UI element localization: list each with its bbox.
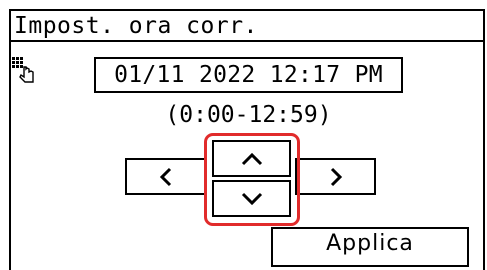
time-range-hint: (0:00-12:59): [165, 102, 332, 128]
chevron-left-icon: [159, 167, 171, 186]
right-button[interactable]: [295, 158, 376, 195]
page-title: Impost. ora corr.: [14, 13, 258, 39]
screen: Impost. ora corr. 01/11 2022 12:17 PM (0…: [0, 0, 487, 270]
chevron-right-icon: [330, 167, 342, 186]
keypad-hand-icon[interactable]: [11, 55, 35, 85]
focus-highlight: [204, 133, 300, 226]
title-bar: Impost. ora corr.: [9, 9, 485, 42]
left-button[interactable]: [125, 158, 206, 195]
apply-button[interactable]: Applica: [271, 227, 469, 267]
datetime-field[interactable]: 01/11 2022 12:17 PM: [94, 57, 403, 93]
